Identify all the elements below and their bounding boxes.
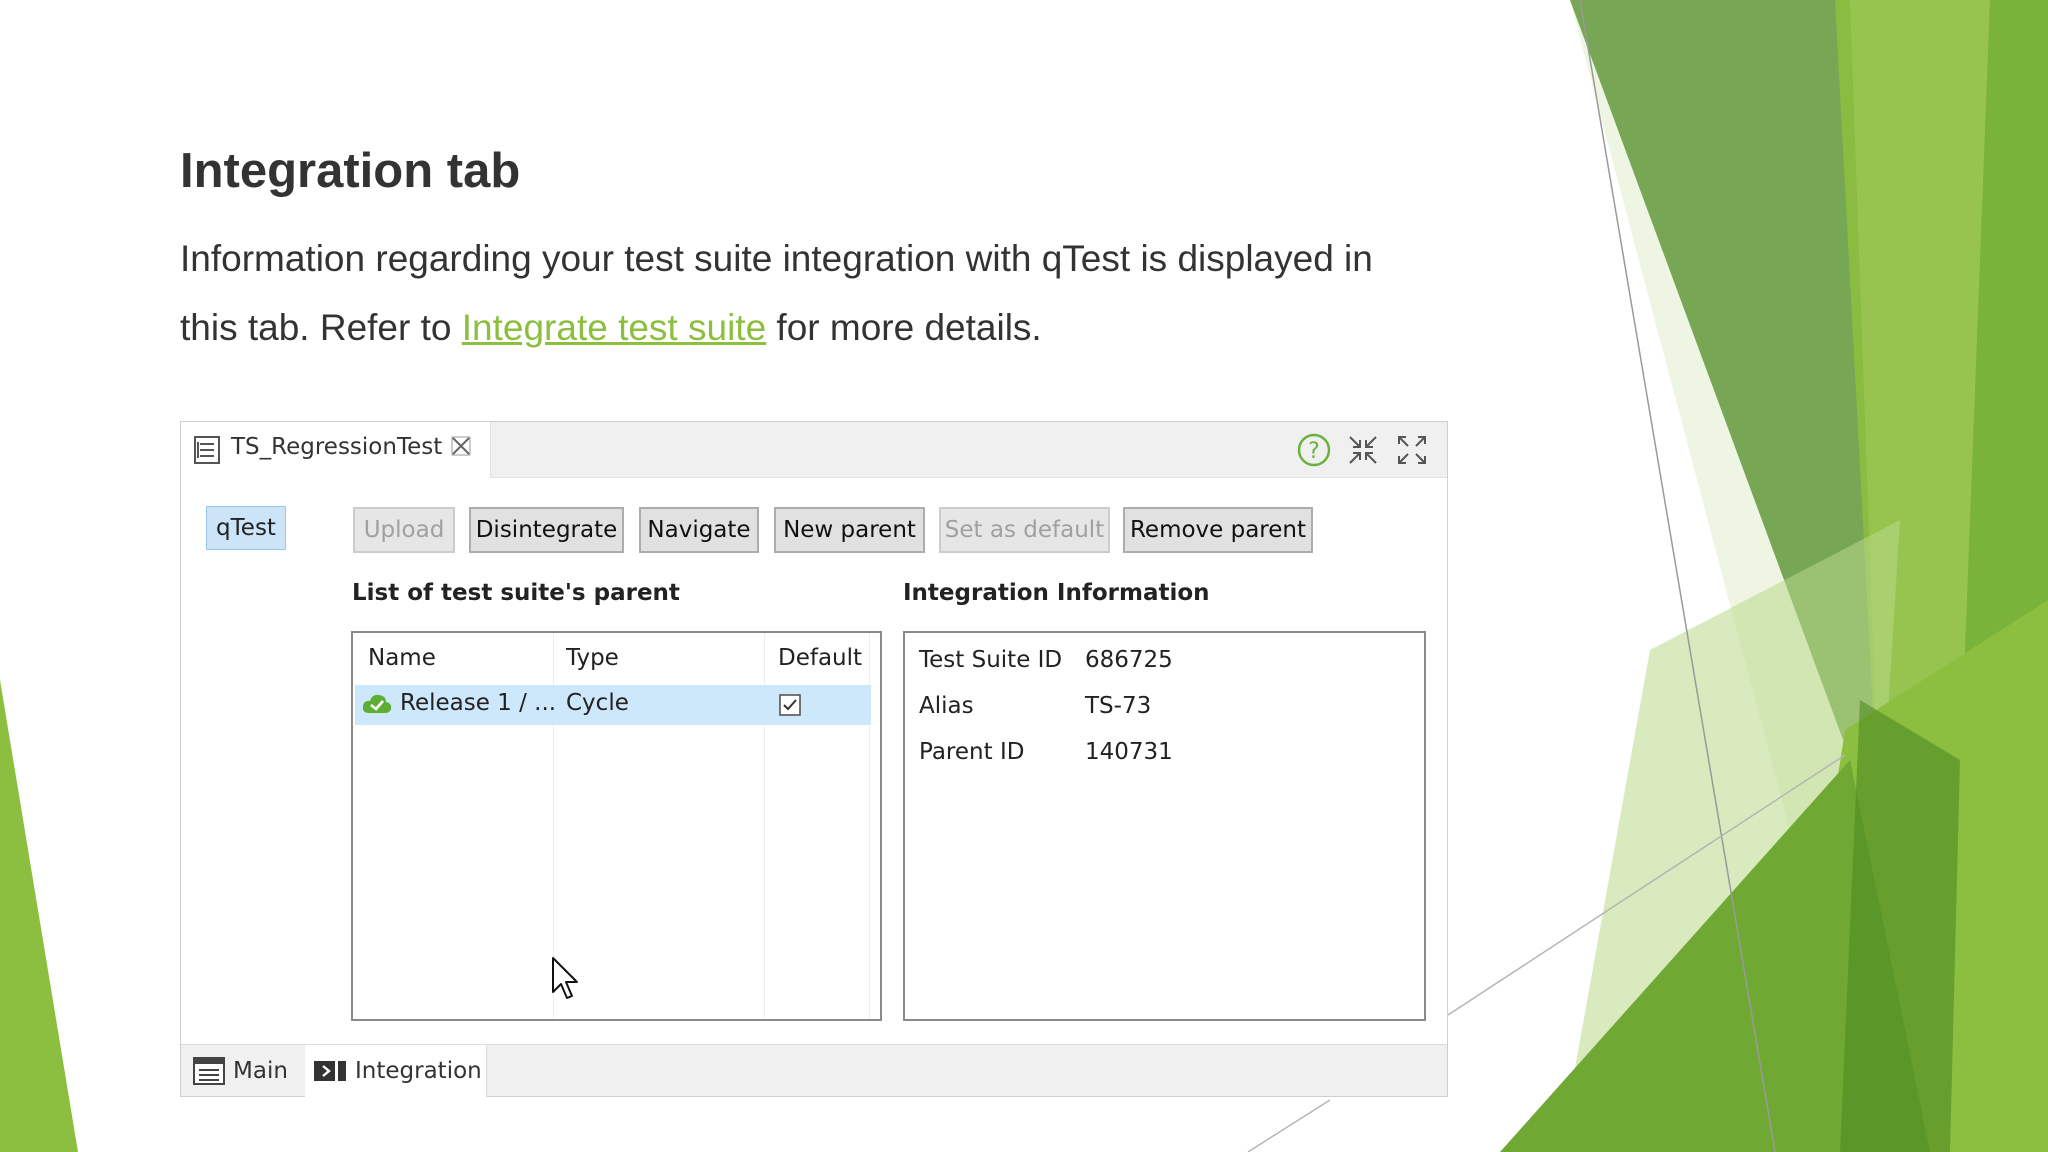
maximize-icon[interactable] [1393,431,1431,469]
tab-main-label: Main [233,1058,288,1084]
row-type: Cycle [566,690,629,716]
bottom-tab-bar: Main Integration [181,1044,1447,1097]
field-label-test-suite-id: Test Suite ID [919,647,1063,673]
slide-paragraph: Information regarding your test suite in… [180,224,1440,362]
navigate-button[interactable]: Navigate [639,507,759,553]
tab-integration[interactable]: Integration [305,1045,487,1097]
test-suite-editor-window: TS_RegressionTest ? qTest Upload Disinte… [180,421,1448,1097]
integration-info-title: Integration Information [903,580,1210,606]
column-header-type[interactable]: Type [566,645,619,671]
field-value-test-suite-id: 686725 [1085,647,1173,673]
integration-icon [313,1059,347,1083]
table-row[interactable]: Release 1 / ... Cycle [355,685,871,725]
upload-button[interactable]: Upload [353,507,455,553]
integrate-test-suite-link[interactable]: Integrate test suite [462,307,766,348]
tab-integration-label: Integration [355,1058,482,1084]
minimize-icon[interactable] [1344,431,1382,469]
editor-tab-label: TS_RegressionTest [231,434,443,460]
default-checkbox[interactable] [779,694,801,720]
field-value-alias: TS-73 [1085,693,1152,719]
tab-main[interactable]: Main [189,1045,305,1097]
qtest-button[interactable]: qTest [206,506,286,550]
editor-tab[interactable]: TS_RegressionTest [181,422,491,478]
help-icon[interactable]: ? [1295,431,1333,469]
paragraph-text-after-link: for more details. [766,307,1042,348]
document-icon [193,435,221,469]
column-header-default[interactable]: Default [778,645,862,671]
svg-text:?: ? [1308,439,1320,464]
field-label-parent-id: Parent ID [919,739,1025,765]
parent-list-table: Name Type Default Release 1 / ... Cycle [351,631,882,1021]
disintegrate-button[interactable]: Disintegrate [469,507,624,553]
remove-parent-button[interactable]: Remove parent [1123,507,1313,553]
integration-info-panel: Test Suite ID 686725 Alias TS-73 Parent … [903,631,1426,1021]
row-name: Release 1 / ... [400,690,557,716]
editor-tab-bar: TS_RegressionTest ? [181,422,1447,478]
set-as-default-button[interactable]: Set as default [939,507,1110,553]
parent-list-title: List of test suite's parent [352,580,680,606]
column-header-name[interactable]: Name [368,645,436,671]
close-tab-icon[interactable] [449,434,473,464]
slide-title: Integration tab [180,144,521,198]
cloud-check-icon [361,691,393,721]
list-icon [193,1057,225,1085]
field-label-alias: Alias [919,693,974,719]
new-parent-button[interactable]: New parent [774,507,925,553]
field-value-parent-id: 140731 [1085,739,1173,765]
mouse-cursor-icon [551,956,581,1007]
